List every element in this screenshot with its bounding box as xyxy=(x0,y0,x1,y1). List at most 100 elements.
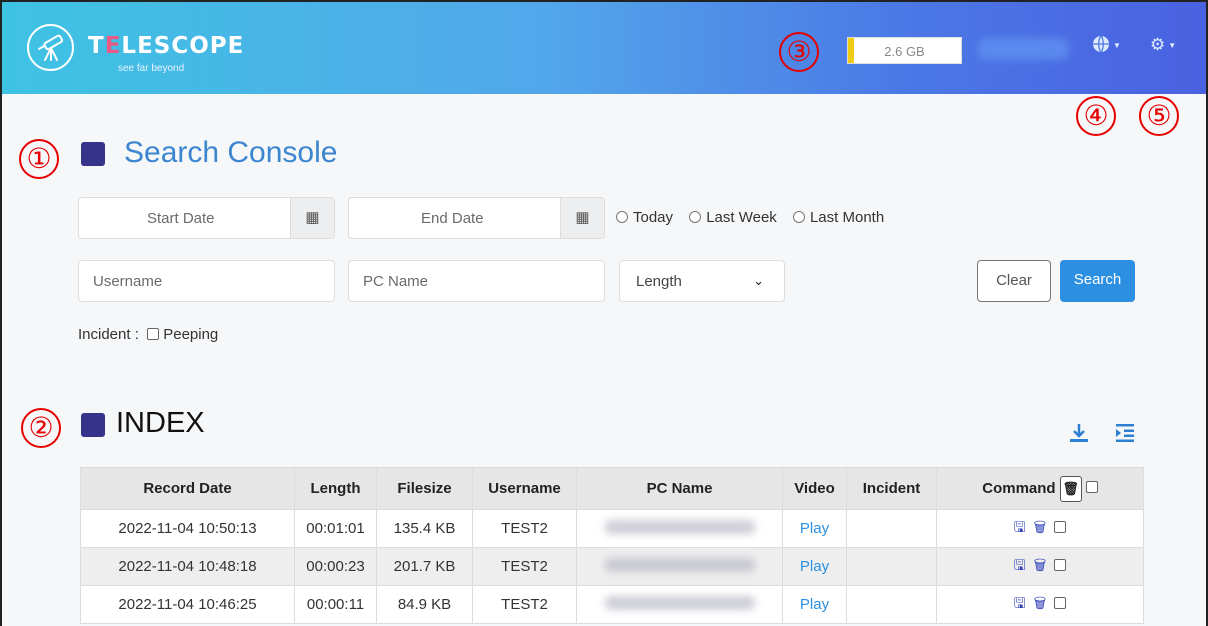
cell-incident xyxy=(846,509,937,548)
callout-5: ⑤ xyxy=(1139,96,1179,136)
row-select-checkbox[interactable] xyxy=(1054,558,1067,571)
play-link[interactable]: Play xyxy=(782,547,847,586)
cell-pc-name-blurred xyxy=(576,547,783,586)
cell-command: 🖫🗑 xyxy=(936,509,1144,548)
cell-username: TEST2 xyxy=(472,509,577,548)
row-select-checkbox[interactable] xyxy=(1054,520,1067,533)
cell-pc-name-blurred xyxy=(576,509,783,548)
chevron-down-icon: ⌄ xyxy=(753,273,764,288)
storage-usage-text: 2.6 GB xyxy=(884,44,925,59)
trash-icon[interactable]: 🗑 xyxy=(1034,519,1055,535)
cell-length: 00:00:11 xyxy=(294,585,377,624)
download-icon[interactable] xyxy=(1068,422,1090,450)
cell-incident xyxy=(846,585,937,624)
username-input[interactable]: Username xyxy=(78,260,335,302)
chevron-down-icon: ▼ xyxy=(1113,41,1121,51)
callout-1: ① xyxy=(19,139,59,179)
table-header-row: Record Date Length Filesize Username PC … xyxy=(80,467,1144,510)
settings-menu[interactable]: ⚙ ▼ xyxy=(1150,35,1176,55)
radio-circle-icon xyxy=(792,211,805,223)
end-date-calendar-button[interactable]: ▦ xyxy=(560,198,604,238)
end-date-placeholder: End Date xyxy=(421,210,484,227)
radio-last-month-label: Last Month xyxy=(809,209,885,226)
index-title: INDEX xyxy=(116,407,205,439)
gear-icon: ⚙ xyxy=(1150,35,1166,54)
table-row: 2022-11-04 10:46:25 00:00:11 84.9 KB TES… xyxy=(80,585,1144,624)
radio-circle-icon xyxy=(689,211,702,223)
cell-record-date: 2022-11-04 10:46:25 xyxy=(80,585,295,624)
calendar-icon: ▦ xyxy=(305,209,320,226)
user-name-blurred[interactable] xyxy=(977,38,1069,60)
trash-icon[interactable]: 🗑 xyxy=(1034,557,1055,573)
cell-filesize: 201.7 KB xyxy=(376,547,473,586)
cell-length: 00:00:23 xyxy=(294,547,377,586)
delete-all-trash-icon[interactable]: 🗑 xyxy=(1059,475,1082,502)
incident-label: Incident : xyxy=(78,326,139,343)
cell-filesize: 84.9 KB xyxy=(376,585,473,624)
section-square-icon xyxy=(81,142,105,166)
col-record-date[interactable]: Record Date xyxy=(80,467,295,510)
chevron-down-icon: ▼ xyxy=(1168,41,1177,51)
start-date-calendar-button[interactable]: ▦ xyxy=(290,198,334,238)
length-select-value: Length xyxy=(636,273,682,290)
blurred-pc-name xyxy=(604,519,755,534)
trash-icon[interactable]: 🗑 xyxy=(1034,595,1055,611)
storage-usage-indicator: 2.6 GB xyxy=(847,37,962,64)
radio-last-week-label: Last Week xyxy=(706,209,777,226)
play-link[interactable]: Play xyxy=(782,585,847,624)
cell-username: TEST2 xyxy=(472,547,577,586)
pc-name-input[interactable]: PC Name xyxy=(348,260,605,302)
cell-username: TEST2 xyxy=(472,585,577,624)
radio-today[interactable]: Today xyxy=(616,209,673,226)
brand-name: TELESCOPE xyxy=(88,33,245,59)
blurred-pc-name xyxy=(604,595,755,610)
col-filesize[interactable]: Filesize xyxy=(376,467,473,510)
table-row: 2022-11-04 10:48:18 00:00:23 201.7 KB TE… xyxy=(80,547,1144,586)
col-video[interactable]: Video xyxy=(782,467,847,510)
pc-name-placeholder: PC Name xyxy=(363,273,429,290)
telescope-logo-icon xyxy=(27,24,74,71)
cell-incident xyxy=(846,547,937,586)
play-link[interactable]: Play xyxy=(782,509,847,548)
save-icon[interactable]: 🖫 xyxy=(1014,595,1034,611)
clear-button[interactable]: Clear xyxy=(977,260,1051,302)
col-command: Command 🗑 xyxy=(936,467,1144,510)
search-console-title: Search Console xyxy=(124,136,338,169)
calendar-icon: ▦ xyxy=(575,209,590,226)
radio-last-week[interactable]: Last Week xyxy=(689,209,777,226)
col-incident[interactable]: Incident xyxy=(846,467,937,510)
table-row: 2022-11-04 10:50:13 00:01:01 135.4 KB TE… xyxy=(80,509,1144,548)
incident-filter: Incident : Peeping xyxy=(78,326,218,343)
username-placeholder: Username xyxy=(93,273,163,290)
end-date-field[interactable]: End Date ▦ xyxy=(348,197,605,239)
col-length[interactable]: Length xyxy=(294,467,377,510)
select-all-checkbox[interactable] xyxy=(1085,481,1098,494)
col-username[interactable]: Username xyxy=(472,467,577,510)
cell-pc-name-blurred xyxy=(576,585,783,624)
radio-last-month[interactable]: Last Month xyxy=(792,209,885,226)
cell-record-date: 2022-11-04 10:50:13 xyxy=(80,509,295,548)
search-button[interactable]: Search xyxy=(1060,260,1135,302)
save-icon[interactable]: 🖫 xyxy=(1014,519,1034,535)
date-range-radio-group: Today Last Week Last Month xyxy=(616,209,896,226)
section-square-icon xyxy=(81,413,105,437)
cell-record-date: 2022-11-04 10:48:18 xyxy=(80,547,295,586)
callout-3: ③ xyxy=(779,32,819,72)
indent-icon[interactable] xyxy=(1114,422,1136,450)
peeping-checkbox[interactable] xyxy=(147,328,160,340)
cell-filesize: 135.4 KB xyxy=(376,509,473,548)
row-select-checkbox[interactable] xyxy=(1054,596,1067,609)
top-header: TELESCOPE see far beyond 2.6 GB ▼ ⚙ ▼ xyxy=(2,2,1206,94)
language-menu[interactable]: ▼ xyxy=(1092,35,1121,55)
col-command-label: Command xyxy=(982,479,1056,497)
start-date-field[interactable]: Start Date ▦ xyxy=(78,197,335,239)
save-icon[interactable]: 🖫 xyxy=(1014,557,1034,573)
start-date-placeholder: Start Date xyxy=(147,210,215,227)
col-pc-name[interactable]: PC Name xyxy=(576,467,783,510)
length-select[interactable]: Length ⌄ xyxy=(619,260,785,302)
peeping-label: Peeping xyxy=(163,326,219,343)
radio-today-label: Today xyxy=(633,209,674,226)
radio-circle-icon xyxy=(616,211,628,223)
index-table: Record Date Length Filesize Username PC … xyxy=(80,467,1144,624)
callout-2: ② xyxy=(21,408,61,448)
